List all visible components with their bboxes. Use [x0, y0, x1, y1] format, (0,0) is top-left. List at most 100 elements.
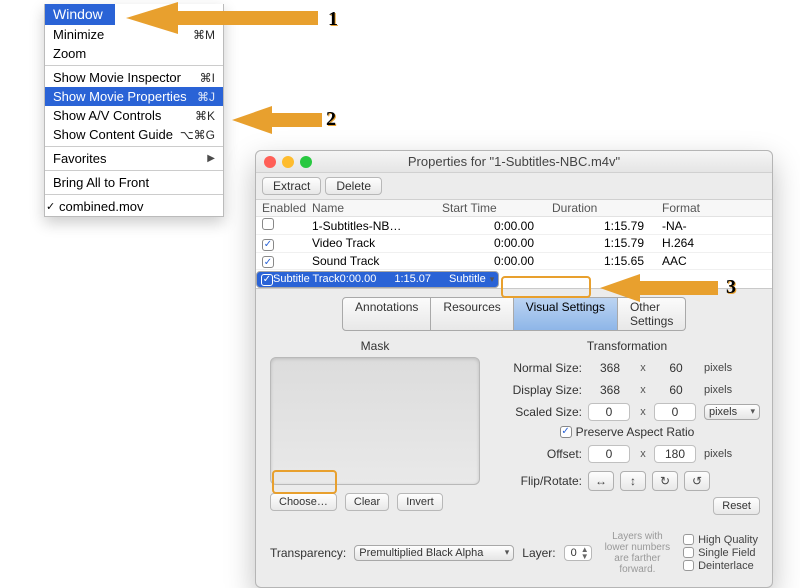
offset-x-input[interactable]: [588, 445, 630, 463]
table-row[interactable]: Video Track 0:00.00 1:15.79 H.264: [256, 235, 772, 253]
delete-button[interactable]: Delete: [325, 177, 382, 195]
reset-button[interactable]: Reset: [713, 497, 760, 515]
annotation-callout-2: 2: [326, 108, 336, 131]
track-name: Video Track: [312, 236, 442, 250]
enable-checkbox[interactable]: [262, 239, 274, 251]
menu-item-shortcut: ⌘I: [200, 71, 215, 85]
close-icon[interactable]: [264, 156, 276, 168]
menu-item-show-av-controls[interactable]: Show A/V Controls ⌘K: [45, 106, 223, 125]
menu-item-label: Zoom: [53, 46, 215, 61]
offset-label: Offset:: [494, 447, 582, 461]
window-footer: Transparency: Premultiplied Black Alpha …: [256, 525, 772, 587]
flip-vertical-icon[interactable]: ↕: [620, 471, 646, 491]
display-height: 60: [654, 383, 698, 397]
display-size-label: Display Size:: [494, 383, 582, 397]
table-row[interactable]: Subtitle Track 0:00.00 1:15.07 Subtitle: [256, 271, 499, 288]
window-toolbar: Extract Delete: [256, 173, 772, 200]
layer-value: 0: [567, 547, 581, 559]
transformation-panel: Transformation Normal Size: 368 x 60 pix…: [494, 339, 760, 515]
rotate-cw-icon[interactable]: ↻: [652, 471, 678, 491]
table-row[interactable]: Sound Track 0:00.00 1:15.65 AAC: [256, 253, 772, 271]
table-row[interactable]: 1-Subtitles-NB… 0:00.00 1:15.79 -NA-: [256, 217, 772, 235]
transparency-select[interactable]: Premultiplied Black Alpha: [354, 545, 514, 561]
minimize-icon[interactable]: [282, 156, 294, 168]
track-name: 1-Subtitles-NB…: [312, 219, 442, 233]
flip-horizontal-icon[interactable]: ↔: [588, 471, 614, 491]
menu-item-combined-mov[interactable]: ✓ combined.mov: [45, 197, 223, 216]
menu-item-show-content-guide[interactable]: Show Content Guide ⌥⌘G: [45, 125, 223, 144]
normal-height: 60: [654, 361, 698, 375]
menu-item-zoom[interactable]: Zoom: [45, 44, 223, 63]
single-field-option[interactable]: Single Field: [683, 547, 758, 559]
enable-checkbox[interactable]: [262, 218, 274, 230]
menu-item-shortcut: ⌘M: [193, 28, 215, 42]
tab-visual-settings[interactable]: Visual Settings: [514, 297, 618, 331]
track-format: H.264: [662, 236, 766, 250]
choose-button[interactable]: Choose…: [270, 493, 337, 511]
enable-checkbox[interactable]: [261, 274, 273, 286]
enable-checkbox[interactable]: [262, 256, 274, 268]
pixels-label: pixels: [704, 384, 760, 396]
menu-item-shortcut: ⌥⌘G: [180, 128, 215, 142]
track-name: Subtitle Track: [273, 273, 340, 285]
track-start: 0:00.00: [340, 273, 395, 285]
high-quality-option[interactable]: High Quality: [683, 534, 758, 546]
menu-item-shortcut: ⌘J: [197, 90, 215, 104]
properties-window: Properties for "1-Subtitles-NBC.m4v" Ext…: [255, 150, 773, 588]
menu-item-label: Show A/V Controls: [53, 108, 195, 123]
checkbox-icon[interactable]: [683, 534, 694, 545]
menu-item-label: Minimize: [53, 27, 193, 42]
menu-item-show-movie-properties[interactable]: Show Movie Properties ⌘J: [45, 87, 223, 106]
tab-other-settings[interactable]: Other Settings: [618, 297, 686, 331]
menu-item-favorites[interactable]: Favorites ▶: [45, 149, 223, 168]
stepper-arrows-icon[interactable]: ▲▼: [581, 546, 589, 560]
window-titlebar[interactable]: Properties for "1-Subtitles-NBC.m4v": [256, 151, 772, 173]
annotation-callout-1: 1: [328, 8, 338, 31]
scaled-unit-select[interactable]: pixels: [704, 404, 760, 420]
offset-y-input[interactable]: [654, 445, 696, 463]
menu-item-show-movie-inspector[interactable]: Show Movie Inspector ⌘I: [45, 68, 223, 87]
flip-rotate-label: Flip/Rotate:: [494, 474, 582, 488]
preserve-aspect-label: Preserve Aspect Ratio: [576, 425, 695, 439]
tab-annotations[interactable]: Annotations: [342, 297, 431, 331]
menu-item-label: Bring All to Front: [53, 175, 215, 190]
scaled-height-input[interactable]: [654, 403, 696, 421]
tracks-header: Enabled Name Start Time Duration Format: [256, 200, 772, 217]
rotate-ccw-icon[interactable]: ↺: [684, 471, 710, 491]
traffic-lights: [264, 156, 312, 168]
invert-button[interactable]: Invert: [397, 493, 443, 511]
normal-size-label: Normal Size:: [494, 361, 582, 375]
preserve-aspect-checkbox[interactable]: [560, 426, 572, 438]
checkbox-icon[interactable]: [683, 547, 694, 558]
menu-item-minimize[interactable]: Minimize ⌘M: [45, 25, 223, 44]
menu-separator: [45, 194, 223, 195]
col-name: Name: [312, 201, 442, 215]
clear-button[interactable]: Clear: [345, 493, 389, 511]
layer-hint: Layers with lower numbers are farther fo…: [600, 531, 675, 575]
track-format: AAC: [662, 254, 766, 268]
x-separator: x: [638, 384, 648, 396]
check-icon: ✓: [46, 200, 55, 213]
transformation-title: Transformation: [494, 339, 760, 353]
x-separator: x: [638, 406, 648, 418]
menu-item-bring-all-to-front[interactable]: Bring All to Front: [45, 173, 223, 192]
menu-item-shortcut: ⌘K: [195, 109, 215, 123]
transparency-label: Transparency:: [270, 546, 346, 560]
menu-separator: [45, 146, 223, 147]
mask-panel: Mask Choose… Clear Invert: [270, 339, 480, 515]
window-menu: Window Minimize ⌘M Zoom Show Movie Inspe…: [44, 4, 224, 217]
mask-title: Mask: [270, 339, 480, 353]
col-format: Format: [662, 201, 766, 215]
zoom-icon[interactable]: [300, 156, 312, 168]
chevron-right-icon: ▶: [207, 153, 215, 164]
track-name: Sound Track: [312, 254, 442, 268]
menu-title-window[interactable]: Window: [45, 4, 115, 25]
extract-button[interactable]: Extract: [262, 177, 321, 195]
tab-resources[interactable]: Resources: [431, 297, 513, 331]
layer-stepper[interactable]: 0 ▲▼: [564, 545, 592, 561]
menu-item-label: Favorites: [53, 151, 207, 166]
tab-bar: Annotations Resources Visual Settings Ot…: [256, 289, 772, 337]
mask-well[interactable]: [270, 357, 480, 485]
layer-label: Layer:: [522, 546, 555, 560]
scaled-width-input[interactable]: [588, 403, 630, 421]
